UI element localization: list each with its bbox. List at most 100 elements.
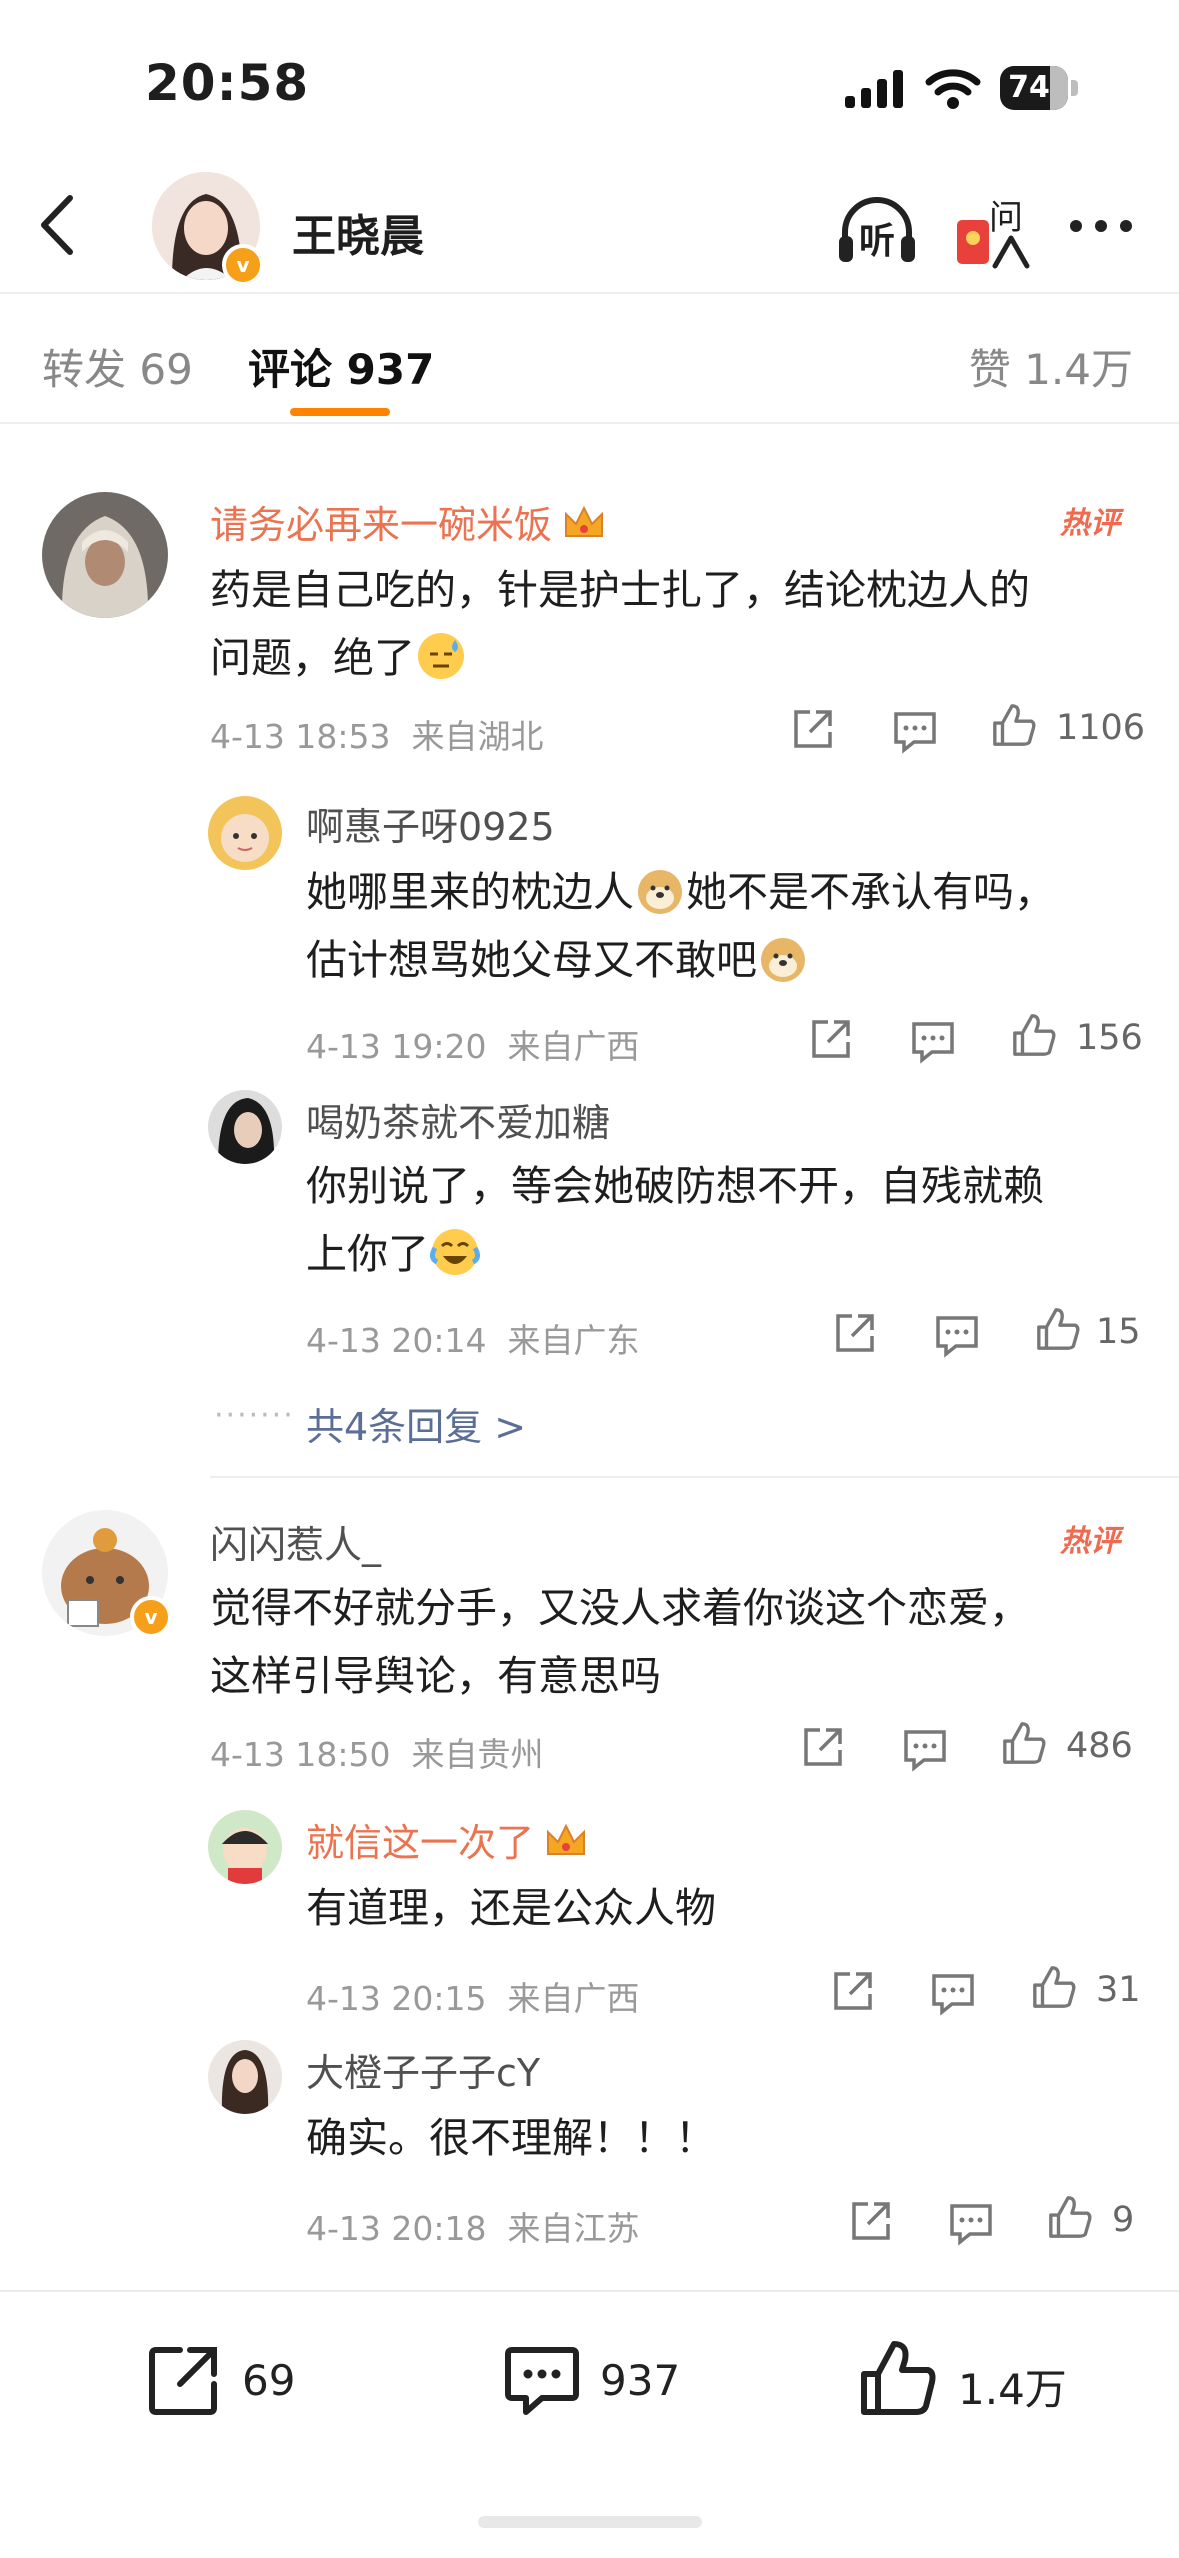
tabs-divider xyxy=(0,422,1179,424)
crying-laughing-emoji-icon xyxy=(429,1229,481,1275)
comment-meta: 4-13 18:50 来自贵州 xyxy=(210,1728,543,1776)
reply-time: 4-13 20:14 xyxy=(306,1321,487,1360)
reply-text: 确实。很不理解！！！ xyxy=(306,2114,716,2162)
reply-text-part: 估计想骂她父母又不敢吧 xyxy=(306,936,757,984)
thumbs-up-icon xyxy=(861,2341,936,2415)
bottom-repost-count: 69 xyxy=(242,2356,296,2405)
ask-label: 问 xyxy=(989,198,1023,238)
like-count: 15 xyxy=(1096,1312,1141,1352)
bottom-comment-button[interactable]: 937 xyxy=(504,2342,680,2422)
crown-icon xyxy=(547,1823,586,1855)
reply-username-text: 就信这一次了 xyxy=(306,1821,535,1865)
nav-divider xyxy=(0,292,1179,294)
share-icon[interactable] xyxy=(848,2198,894,2244)
sweat-emoji-icon xyxy=(418,633,464,679)
back-chevron-icon[interactable] xyxy=(30,190,90,260)
reply-text: 有道理，还是公众人物 xyxy=(306,1884,716,1932)
replies-dots: ······· xyxy=(214,1398,295,1433)
battery-level: 74 xyxy=(1008,70,1050,105)
share-icon[interactable] xyxy=(808,1016,854,1062)
reply-meta: 4-13 19:20 来自广西 xyxy=(306,1020,639,1068)
avatar[interactable] xyxy=(42,492,168,618)
reply-username[interactable]: 啊惠子呀0925 xyxy=(306,796,555,851)
thumbs-up-icon[interactable] xyxy=(1046,2194,1094,2240)
comment-icon[interactable] xyxy=(930,1970,976,2016)
tab-comment[interactable]: 评论 937 xyxy=(248,336,434,397)
comment-icon[interactable] xyxy=(892,708,938,754)
thumbs-up-icon[interactable] xyxy=(1000,1720,1048,1766)
reply-location: 来自广东 xyxy=(507,1321,640,1360)
comment-text-line: 这样引导舆论，有意思吗 xyxy=(210,1652,661,1700)
cellular-signal-icon xyxy=(845,70,903,108)
tab-repost[interactable]: 转发 69 xyxy=(42,336,193,397)
reply-username[interactable]: 喝奶茶就不爱加糖 xyxy=(306,1092,610,1147)
tab-like[interactable]: 赞 1.4万 xyxy=(969,336,1133,397)
reply-username[interactable]: 大橙子子子cY xyxy=(306,2042,540,2097)
reply-username[interactable]: 就信这一次了 xyxy=(306,1812,588,1867)
comment-location: 来自湖北 xyxy=(411,717,544,756)
comment-location: 来自贵州 xyxy=(411,1735,544,1774)
comment-text: 药是自己吃的，针是护士扎了，结论枕边人的 问题，绝了 xyxy=(210,556,1130,692)
comment-text-line: 觉得不好就分手，又没人求着你谈这个恋爱， xyxy=(210,1584,1030,1632)
avatar[interactable] xyxy=(208,1090,282,1164)
comment-icon[interactable] xyxy=(948,2200,994,2246)
verified-badge-icon: v xyxy=(130,1596,172,1638)
thumbs-up-icon[interactable] xyxy=(1030,1964,1078,2010)
more-dots-icon[interactable] xyxy=(1066,214,1136,238)
thumbs-up-icon[interactable] xyxy=(1010,1012,1058,1058)
like-count: 9 xyxy=(1112,2200,1135,2240)
reply-time: 4-13 19:20 xyxy=(306,1027,487,1066)
active-tab-indicator xyxy=(290,408,390,416)
like-count: 156 xyxy=(1076,1018,1143,1058)
hot-comment-badge: 热评 xyxy=(1060,1524,1120,1559)
thumbs-up-icon[interactable] xyxy=(990,702,1038,748)
listen-button[interactable]: 听 xyxy=(835,192,919,272)
home-indicator[interactable] xyxy=(478,2516,702,2528)
bottom-repost-button[interactable]: 69 xyxy=(146,2342,295,2422)
like-count: 31 xyxy=(1096,1970,1141,2010)
share-icon xyxy=(149,2347,217,2415)
crown-icon xyxy=(565,505,604,537)
status-time: 20:58 xyxy=(145,54,310,112)
comment-icon xyxy=(505,2347,579,2415)
thumbs-up-icon[interactable] xyxy=(1034,1306,1082,1352)
share-icon[interactable] xyxy=(790,706,836,752)
comment-icon[interactable] xyxy=(910,1018,956,1064)
comment-divider xyxy=(210,1476,1179,1478)
reply-meta: 4-13 20:15 来自广西 xyxy=(306,1972,639,2020)
reply-text: 她哪里来的枕边人 她不是不承认有吗， 估计想骂她父母又不敢吧 xyxy=(306,858,1146,994)
comment-meta: 4-13 18:53 来自湖北 xyxy=(210,710,543,758)
verified-badge-icon: v xyxy=(222,244,264,286)
comment-text: 觉得不好就分手，又没人求着你谈这个恋爱， 这样引导舆论，有意思吗 xyxy=(210,1574,1150,1710)
comment-icon[interactable] xyxy=(902,1726,948,1772)
wifi-icon xyxy=(925,69,981,109)
share-icon[interactable] xyxy=(800,1724,846,1770)
comment-username[interactable]: 请务必再来一碗米饭 xyxy=(210,494,606,549)
reply-text: 你别说了，等会她破防想不开，自残就赖 上你了 xyxy=(306,1152,1146,1288)
reply-text-part: 你别说了，等会她破防想不开，自残就赖 xyxy=(306,1162,1044,1210)
reply-location: 来自广西 xyxy=(507,1979,640,2018)
comment-time: 4-13 18:53 xyxy=(210,717,391,756)
hot-comment-badge: 热评 xyxy=(1060,506,1120,541)
comment-username-text: 请务必再来一碗米饭 xyxy=(210,503,553,547)
listen-label: 听 xyxy=(859,221,896,262)
reply-meta: 4-13 20:14 来自广东 xyxy=(306,1314,639,1362)
bottom-comment-count: 937 xyxy=(600,2356,681,2405)
comment-username[interactable]: 闪闪惹人_ xyxy=(210,1514,381,1569)
like-count: 486 xyxy=(1066,1726,1133,1766)
reply-location: 来自江苏 xyxy=(507,2209,640,2248)
bottom-like-count: 1.4万 xyxy=(958,2365,1067,2414)
bottom-like-button[interactable]: 1.4万 xyxy=(858,2338,1067,2422)
avatar[interactable] xyxy=(208,1810,282,1884)
doge-emoji-icon xyxy=(638,870,682,914)
avatar[interactable] xyxy=(208,2040,282,2114)
reply-text-part: 她哪里来的枕边人 xyxy=(306,868,634,916)
comment-icon[interactable] xyxy=(934,1312,980,1358)
avatar[interactable] xyxy=(208,796,282,870)
reply-meta: 4-13 20:18 来自江苏 xyxy=(306,2202,639,2250)
reply-time: 4-13 20:18 xyxy=(306,2209,487,2248)
share-icon[interactable] xyxy=(830,1968,876,2014)
share-icon[interactable] xyxy=(832,1310,878,1356)
more-replies-link[interactable]: 共4条回复 > xyxy=(306,1396,526,1451)
ask-button[interactable]: 问 xyxy=(955,190,1035,272)
